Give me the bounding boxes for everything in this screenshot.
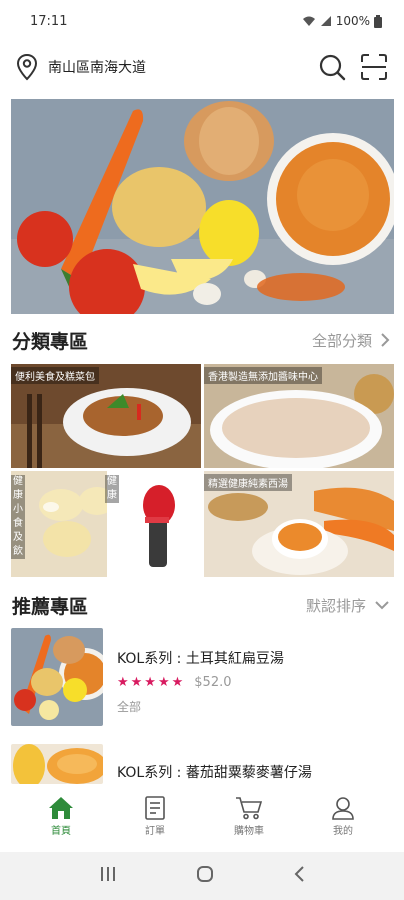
category-section-title: 分類專區	[12, 330, 89, 353]
category-section-header: 分類專區 全部分類	[0, 320, 404, 360]
star-rating-icon: ★★★★★	[117, 675, 186, 690]
recent-apps-icon	[101, 867, 116, 881]
category-grid: 便利美食及糕菜包 香港製造無添加醬味中心 健康小食及飲 健康 精選健康純素西湯	[11, 364, 394, 578]
sort-label: 默認排序	[305, 596, 366, 615]
chevron-down-icon	[375, 601, 389, 610]
search-icon[interactable]	[314, 49, 350, 85]
product-card[interactable]: KOL系列 : 土耳其紅扁豆湯 ★★★★★ $52.0 全部	[11, 628, 394, 728]
category-tile-hk-sauces[interactable]: 香港製造無添加醬味中心	[204, 364, 394, 468]
recommend-section-title: 推薦專區	[12, 595, 89, 618]
back-icon	[294, 866, 304, 882]
nav-cart[interactable]: 購物車	[219, 796, 279, 837]
all-categories-label: 全部分類	[311, 331, 372, 350]
category-label: 精選健康純素西湯	[204, 474, 292, 491]
system-navigation-bar	[0, 852, 404, 900]
category-label: 健康小食及飲	[11, 475, 25, 559]
category-label: 香港製造無添加醬味中心	[204, 367, 322, 384]
nav-profile[interactable]: 我的	[313, 796, 373, 837]
product-name: KOL系列 : 土耳其紅扁豆湯	[117, 651, 284, 667]
category-tile-healthy-snacks[interactable]: 健康小食及飲 健康	[11, 471, 201, 577]
recommend-section-header: 推薦專區 默認排序	[0, 585, 404, 625]
status-time: 17:11	[30, 13, 68, 29]
home-circle-icon	[196, 866, 213, 882]
product-thumbnail	[11, 628, 103, 726]
recent-apps-button[interactable]	[99, 866, 117, 886]
order-icon	[145, 795, 165, 820]
product-category-tag: 全部	[117, 700, 142, 714]
sort-dropdown[interactable]: 默認排序	[306, 595, 390, 616]
chevron-right-icon	[381, 333, 390, 347]
wifi-icon	[302, 16, 315, 26]
home-icon	[49, 796, 73, 819]
home-button[interactable]	[196, 865, 214, 887]
product-rating: ★★★★★ $52.0	[117, 675, 232, 690]
location-bar: 南山區南海大道	[0, 44, 404, 90]
category-label: 便利美食及糕菜包	[11, 367, 99, 384]
status-icons: 100%	[302, 14, 382, 28]
back-button[interactable]	[293, 865, 305, 887]
bottom-navigation: 首頁 訂單 購物車 我的	[0, 785, 404, 847]
scan-icon[interactable]	[356, 49, 392, 85]
all-categories-link[interactable]: 全部分類	[312, 330, 390, 351]
profile-icon	[332, 796, 354, 820]
nav-cart-label: 購物車	[234, 825, 264, 837]
nav-home-label: 首頁	[51, 825, 71, 837]
nav-orders-label: 訂單	[145, 825, 165, 837]
hero-banner[interactable]	[11, 99, 394, 314]
category-extra-label: 健康	[105, 475, 119, 503]
product-card[interactable]: KOL系列 : 蕃茄甜粟藜麥薯仔湯	[11, 744, 394, 784]
product-name: KOL系列 : 蕃茄甜粟藜麥薯仔湯	[117, 765, 312, 781]
category-tile-ready-meals[interactable]: 便利美食及糕菜包	[11, 364, 201, 468]
status-bar: 17:11 100%	[0, 0, 404, 42]
product-thumbnail	[11, 744, 103, 784]
nav-orders[interactable]: 訂單	[125, 795, 185, 837]
nav-home[interactable]: 首頁	[31, 796, 91, 837]
location-text[interactable]: 南山區南海大道	[48, 57, 308, 77]
signal-icon	[320, 16, 331, 26]
cart-icon	[236, 796, 263, 819]
nav-profile-label: 我的	[333, 825, 353, 837]
battery-icon	[374, 14, 382, 28]
location-pin-icon[interactable]	[14, 52, 40, 82]
product-price: $52.0	[194, 675, 232, 690]
category-tile-vegan-soups[interactable]: 精選健康純素西湯	[204, 471, 394, 577]
battery-percent: 100%	[335, 14, 370, 28]
